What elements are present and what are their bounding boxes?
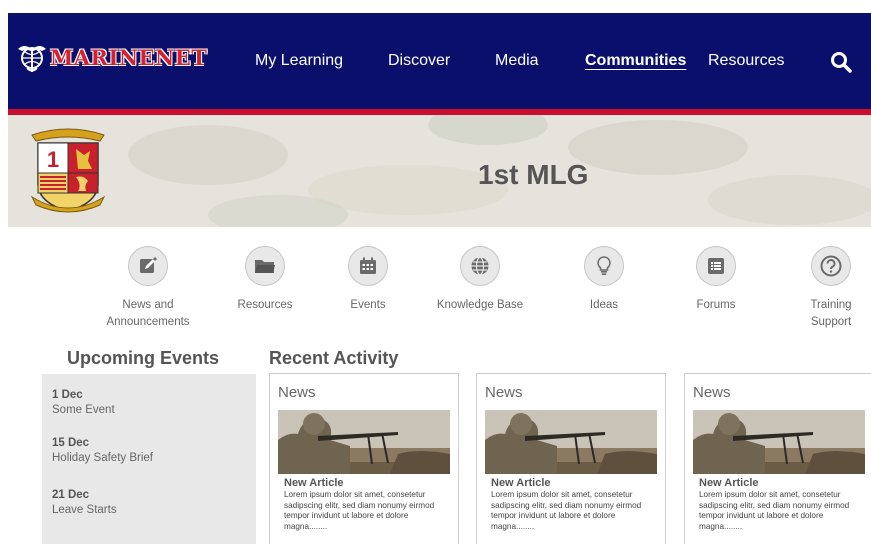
upcoming-events-heading: Upcoming Events (67, 348, 220, 368)
nav-my-learning[interactable]: My Learning (255, 52, 343, 70)
card-text: Lorem ipsum dolor sit amet, consetetur s… (699, 490, 850, 531)
event-name: Some Event (52, 404, 115, 416)
soldier-photo (693, 410, 865, 474)
nav-communities[interactable]: Communities (585, 52, 686, 70)
card-kind: News (278, 384, 316, 401)
soldier-photo (485, 410, 657, 474)
tile-circle (460, 246, 500, 286)
tile-label: Ideas (589, 299, 619, 311)
tile-circle (245, 246, 285, 286)
tile-label: Forums (696, 299, 736, 311)
tile-ideas[interactable]: Ideas (574, 246, 634, 314)
page: MARINENET My Learning Discover Media Com… (8, 13, 871, 544)
card-title: New Article (491, 477, 551, 489)
edit-icon (140, 257, 157, 273)
crest-number: 1 (47, 147, 59, 172)
event-date: 15 Dec (52, 437, 90, 449)
nav-discover[interactable]: Discover (388, 52, 450, 70)
tile-resources[interactable]: Resources (230, 246, 300, 314)
tile-events[interactable]: Events (338, 246, 398, 314)
eagle-globe-anchor-icon (18, 46, 46, 72)
tile-label: Training Support (810, 299, 852, 328)
tile-knowledge-base[interactable]: Knowledge Base (430, 246, 530, 314)
activity-card[interactable]: News New Article Lorem ipsum dolor sit a… (269, 373, 459, 544)
event-item[interactable]: 1 Dec Some Event (52, 388, 115, 418)
recent-activity-heading: Recent Activity (269, 348, 399, 368)
event-date: 21 Dec (52, 489, 90, 501)
card-text: Lorem ipsum dolor sit amet, consetetur s… (284, 490, 435, 531)
community-banner: 1 1st MLG (8, 115, 871, 227)
nav-media[interactable]: Media (495, 52, 539, 70)
globe-icon (471, 256, 489, 276)
tile-forums[interactable]: Forums (686, 246, 746, 314)
folder-icon (255, 260, 275, 273)
event-item[interactable]: 15 Dec Holiday Safety Brief (52, 436, 153, 466)
tile-label: News and Announcements (106, 299, 190, 328)
card-text: Lorem ipsum dolor sit amet, consetetur s… (491, 490, 642, 531)
1st-mlg-crest-logo: 1 (30, 128, 106, 213)
tile-circle (696, 246, 736, 286)
tile-circle (128, 246, 168, 286)
community-title: 1st MLG (478, 159, 589, 190)
tile-circle (348, 246, 388, 286)
search-icon[interactable] (830, 51, 852, 73)
event-item[interactable]: 21 Dec Leave Starts (52, 488, 117, 518)
card-title: New Article (284, 477, 344, 489)
tile-label: Knowledge Base (436, 299, 524, 311)
card-title: New Article (699, 477, 759, 489)
top-nav: MARINENET My Learning Discover Media Com… (8, 13, 871, 109)
activity-card[interactable]: News New Article Lorem ipsum dolor sit a… (476, 373, 666, 544)
lightbulb-icon (597, 256, 611, 275)
event-name: Leave Starts (52, 504, 117, 516)
card-kind: News (485, 384, 523, 401)
tile-news-and-announcements[interactable]: News and Announcements (98, 246, 198, 331)
tile-label: Events (350, 299, 386, 311)
marinenet-logo[interactable]: MARINENET (16, 37, 207, 77)
tile-label: Resources (237, 299, 293, 311)
activity-card[interactable]: News New Article Lorem ipsum dolor sit a… (684, 373, 871, 544)
nav-resources[interactable]: Resources (708, 52, 784, 70)
tile-circle (584, 246, 624, 286)
soldier-photo (278, 410, 450, 474)
upcoming-events-panel: 1 Dec Some Event 15 Dec Holiday Safety B… (42, 374, 256, 544)
event-name: Holiday Safety Brief (52, 452, 153, 464)
tile-circle (811, 246, 851, 286)
tile-training-support[interactable]: Training Support (796, 246, 866, 331)
event-date: 1 Dec (52, 389, 83, 401)
brand-name: MARINENET (50, 44, 208, 70)
card-kind: News (693, 384, 731, 401)
question-icon (820, 255, 842, 277)
list-icon (708, 258, 724, 274)
calendar-icon (360, 257, 376, 274)
